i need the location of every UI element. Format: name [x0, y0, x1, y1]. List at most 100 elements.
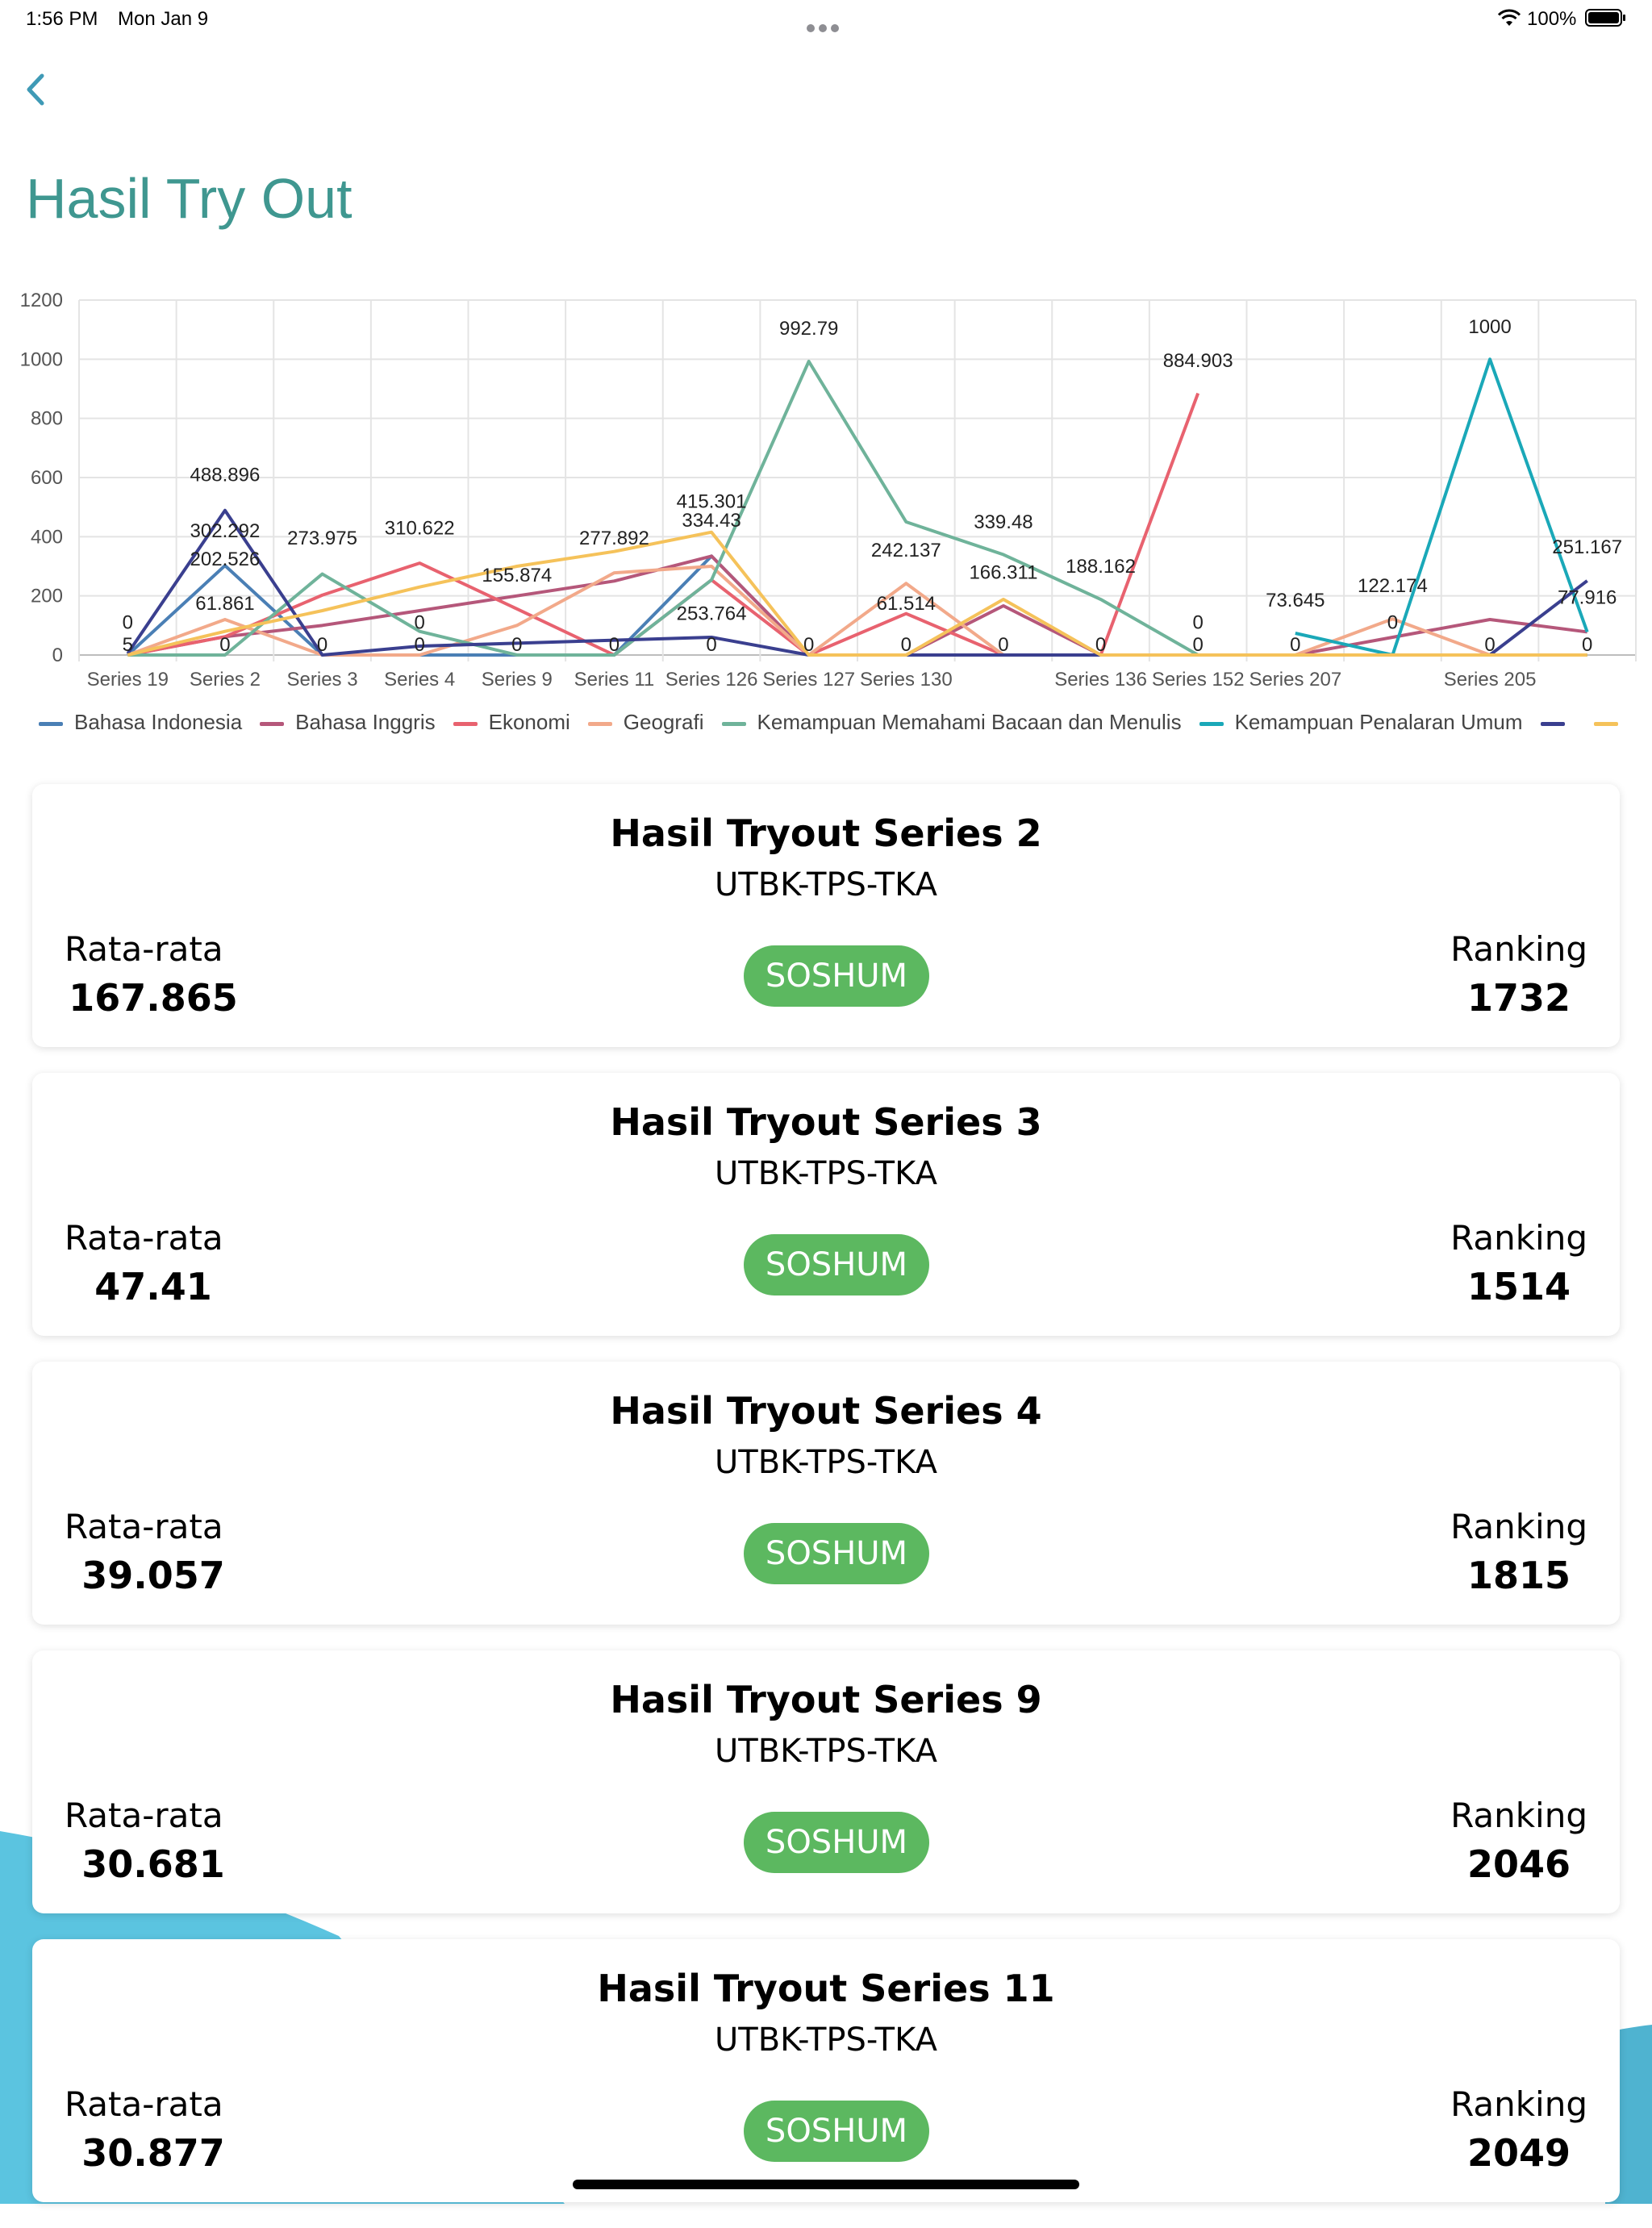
ranking-label: Ranking — [1450, 1218, 1587, 1258]
data-label: 0 — [1095, 634, 1106, 656]
card-title: Hasil Tryout Series 9 — [610, 1678, 1042, 1721]
data-label: 0 — [1193, 612, 1204, 634]
data-label: 61.514 — [877, 593, 936, 615]
x-tick-label: Series 11 — [574, 669, 655, 691]
category-badge: SOSHUM — [744, 945, 929, 1007]
ranking-label: Ranking — [1450, 1796, 1587, 1835]
legend-swatch — [1593, 721, 1618, 726]
ranking-label: Ranking — [1450, 2084, 1587, 2124]
x-tick-label: Series 207 — [1249, 669, 1341, 691]
x-tick-label: Series 136 — [1054, 669, 1147, 691]
legend-item[interactable]: Geografi — [587, 710, 704, 735]
multitasking-dots-icon[interactable] — [807, 15, 845, 32]
data-label: 0 — [803, 634, 814, 656]
result-card[interactable]: Hasil Tryout Series 2 UTBK-TPS-TKA Rata-ra… — [32, 784, 1620, 1047]
legend-item[interactable] — [1593, 710, 1629, 735]
legend-swatch — [39, 721, 63, 726]
average-value: 39.057 — [81, 1554, 225, 1597]
data-label: 273.975 — [287, 528, 357, 549]
data-label: 0 — [415, 612, 425, 634]
legend-label: Geografi — [623, 710, 704, 734]
data-label: 334.43 — [682, 510, 740, 532]
legend-item[interactable] — [1540, 710, 1576, 735]
legend-item[interactable]: Ekonomi — [453, 710, 570, 735]
data-label: 0 — [123, 612, 133, 634]
average-label: Rata-rata — [65, 929, 223, 969]
data-label: 0 — [1387, 612, 1398, 634]
legend-label: Kemampuan Memahami Bacaan dan Menulis — [757, 710, 1182, 734]
data-label: 302.292 — [190, 520, 261, 542]
legend-item[interactable]: Kemampuan Memahami Bacaan dan Menulis — [721, 710, 1182, 735]
wifi-icon — [1497, 9, 1521, 26]
home-indicator[interactable] — [573, 2180, 1079, 2189]
average-value: 30.681 — [81, 1842, 225, 1886]
legend-swatch — [1540, 721, 1565, 726]
data-label: 242.137 — [871, 540, 941, 561]
data-label: 0 — [1193, 634, 1204, 656]
result-card[interactable]: Hasil Tryout Series 4 UTBK-TPS-TKA Rata-ra… — [32, 1362, 1620, 1625]
legend-item[interactable]: Bahasa Indonesia — [39, 710, 242, 735]
x-tick-label: Series 9 — [482, 669, 553, 691]
y-tick-label: 600 — [31, 467, 63, 489]
x-tick-label: Series 19 — [87, 669, 169, 691]
data-label: 0 — [1484, 634, 1495, 656]
result-card-list: Hasil Tryout Series 2 UTBK-TPS-TKA Rata-ra… — [32, 784, 1620, 2228]
data-label: 0 — [998, 634, 1008, 656]
card-subtitle: UTBK-TPS-TKA — [715, 866, 937, 903]
category-badge: SOSHUM — [744, 2101, 929, 2162]
data-label: 202.526 — [190, 549, 261, 570]
card-subtitle: UTBK-TPS-TKA — [715, 1444, 937, 1481]
data-label: 488.896 — [190, 464, 261, 486]
card-title: Hasil Tryout Series 3 — [610, 1100, 1042, 1144]
legend-swatch — [721, 721, 746, 726]
data-label: 0 — [317, 634, 327, 656]
legend-swatch — [587, 721, 612, 726]
legend-item[interactable]: Kemampuan Penalaran Umum — [1199, 710, 1523, 735]
data-label: 310.622 — [385, 517, 455, 539]
average-label: Rata-rata — [65, 1507, 223, 1546]
ranking-value: 1514 — [1466, 1265, 1571, 1308]
data-label: 166.311 — [969, 561, 1037, 583]
data-label: 253.764 — [677, 603, 747, 625]
x-tick-label: Series 3 — [287, 669, 358, 691]
data-label: 0 — [1582, 634, 1592, 656]
chart-grid — [78, 299, 1637, 661]
category-badge: SOSHUM — [744, 1234, 929, 1295]
x-tick-label: Series 2 — [190, 669, 261, 691]
data-label: 0 — [415, 634, 425, 656]
chart-legend: Bahasa Indonesia Bahasa Inggris Ekonomi Geo… — [39, 710, 1652, 745]
ranking-value: 1815 — [1466, 1554, 1571, 1597]
data-label: 77.916 — [1558, 587, 1617, 609]
ranking-value: 2049 — [1466, 2131, 1571, 2175]
results-line-chart: 05488.896302.292202.52661.8610273.975031… — [20, 290, 1637, 691]
result-card[interactable]: Hasil Tryout Series 9 UTBK-TPS-TKA Rata-ra… — [32, 1650, 1620, 1913]
data-label: 122.174 — [1358, 575, 1428, 597]
data-label: 251.167 — [1552, 536, 1622, 558]
ranking-label: Ranking — [1450, 929, 1587, 969]
card-subtitle: UTBK-TPS-TKA — [715, 2021, 937, 2059]
result-card[interactable]: Hasil Tryout Series 3 UTBK-TPS-TKA Rata-ra… — [32, 1073, 1620, 1336]
y-tick-label: 1200 — [20, 290, 63, 311]
legend-item[interactable]: Bahasa Inggris — [260, 710, 436, 735]
legend-label: Ekonomi — [488, 710, 570, 734]
average-label: Rata-rata — [65, 1218, 223, 1258]
back-chevron-icon[interactable] — [19, 68, 52, 113]
battery-icon — [1585, 9, 1625, 27]
average-value: 30.877 — [81, 2131, 225, 2175]
data-label: 5 — [123, 634, 133, 656]
card-title: Hasil Tryout Series 4 — [610, 1389, 1042, 1433]
ranking-value: 1732 — [1466, 976, 1571, 1020]
data-label: 0 — [1290, 634, 1300, 656]
y-tick-label: 1000 — [20, 348, 63, 370]
x-tick-label: Series 127 — [762, 669, 855, 691]
legend-swatch — [260, 721, 285, 726]
x-tick-label: Series 126 — [665, 669, 758, 691]
result-card[interactable]: Hasil Tryout Series 11 UTBK-TPS-TKA Rata-r… — [32, 1939, 1620, 2202]
y-tick-label: 0 — [52, 645, 63, 666]
data-label: 277.892 — [579, 528, 649, 549]
card-title: Hasil Tryout Series 11 — [597, 1967, 1055, 2010]
category-badge: SOSHUM — [744, 1523, 929, 1584]
data-label: 339.48 — [974, 511, 1032, 533]
x-tick-label: Series 4 — [384, 669, 455, 691]
average-label: Rata-rata — [65, 2084, 223, 2124]
